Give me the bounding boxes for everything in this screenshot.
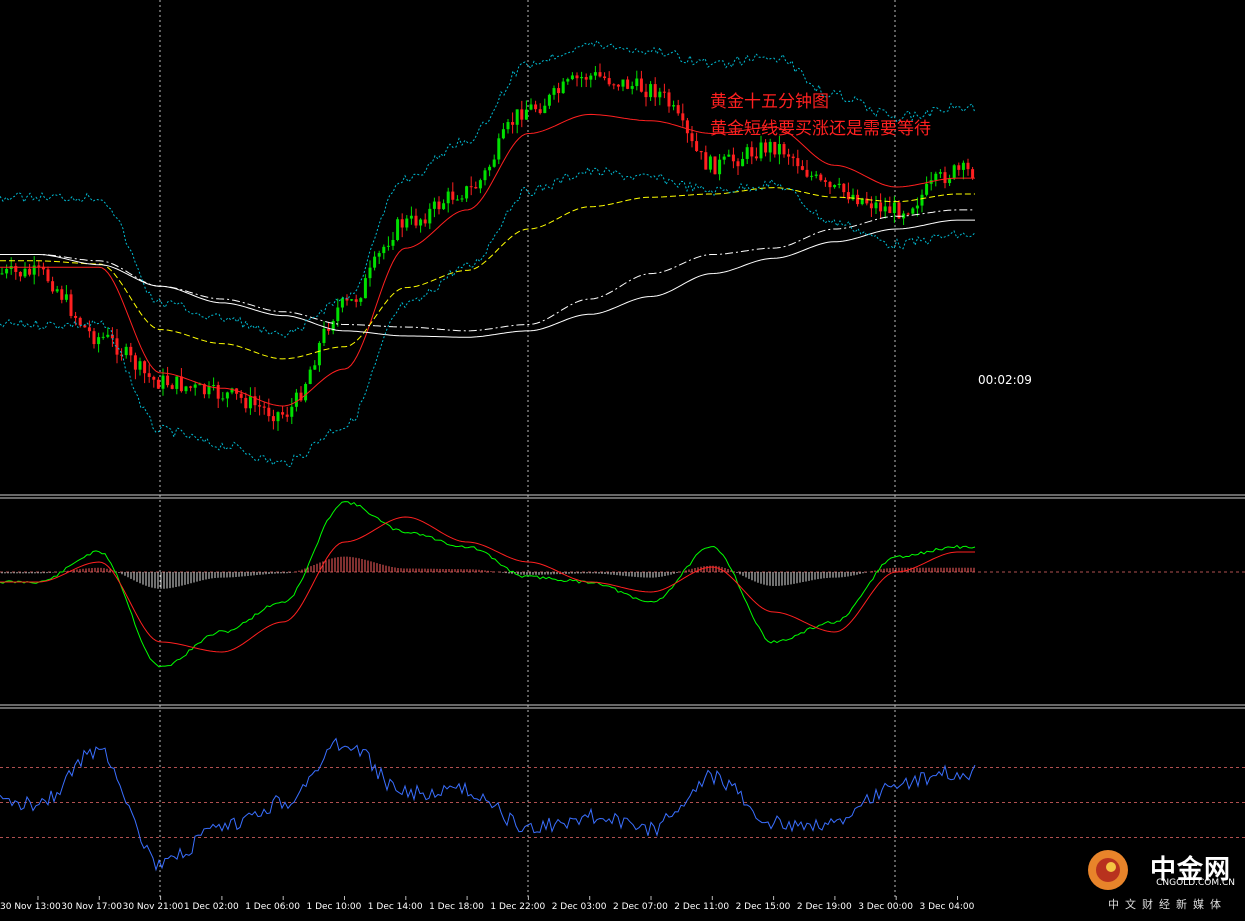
bar-countdown-timer: 00:02:09 (978, 373, 1032, 387)
annotation-line-2: 黄金短线要买涨还是需要等待 (710, 119, 931, 139)
candlestick (713, 156, 717, 175)
annotation-line-1: 黄金十五分钟图 (710, 92, 829, 112)
candlestick (304, 382, 308, 403)
time-tick-label: 1 Dec 14:00 (368, 902, 423, 912)
time-tick-label: 2 Dec 15:00 (736, 902, 791, 912)
chart-background (0, 0, 1245, 921)
time-tick-label: 30 Nov 17:00 (61, 902, 122, 912)
candlestick (952, 164, 956, 180)
candlestick (396, 217, 400, 242)
time-tick-label: 1 Dec 02:00 (184, 902, 239, 912)
time-tick-label: 3 Dec 00:00 (858, 902, 913, 912)
time-tick-label: 30 Nov 21:00 (123, 902, 184, 912)
time-tick-label: 2 Dec 19:00 (797, 902, 852, 912)
logo-url: CNGOLD.COM.CN (1156, 878, 1235, 888)
time-tick-label: 1 Dec 22:00 (490, 902, 545, 912)
logo-icon (1088, 850, 1128, 890)
time-tick-label: 1 Dec 06:00 (245, 902, 300, 912)
logo-tagline: 中文财经新媒体 (1108, 898, 1227, 911)
time-tick-label: 2 Dec 03:00 (552, 902, 607, 912)
time-tick-label: 30 Nov 13:00 (0, 902, 61, 912)
time-tick-label: 1 Dec 18:00 (429, 902, 484, 912)
time-tick-label: 3 Dec 04:00 (920, 902, 975, 912)
time-tick-label: 2 Dec 07:00 (613, 902, 668, 912)
time-tick-label: 1 Dec 10:00 (307, 902, 362, 912)
trading-chart[interactable]: 30 Nov 13:00 30 Nov 17:00 30 Nov 21:00 1 De… (0, 0, 1245, 921)
time-tick-label: 2 Dec 11:00 (674, 902, 729, 912)
